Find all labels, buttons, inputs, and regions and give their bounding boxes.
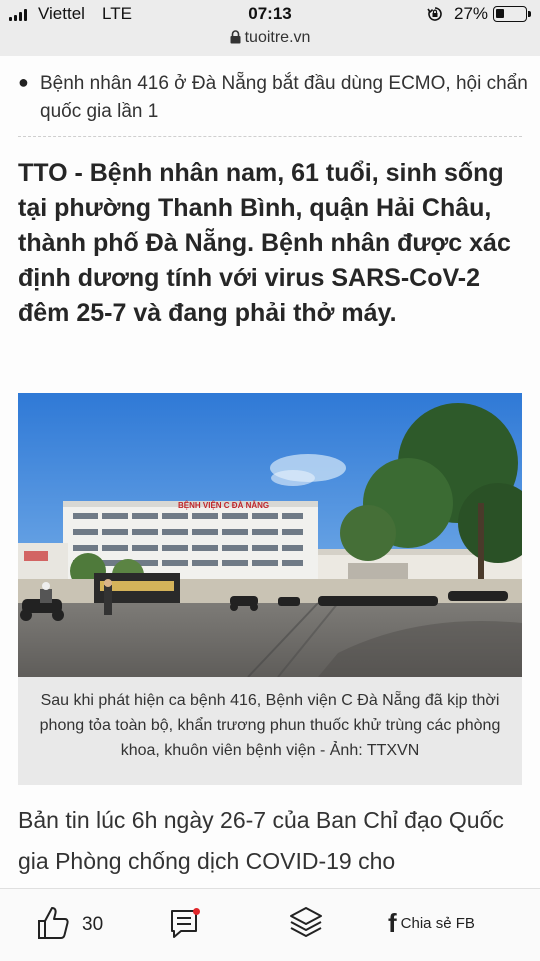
battery-percent: 27% [454, 4, 489, 23]
divider [18, 136, 522, 137]
notification-dot [193, 908, 200, 915]
like-button[interactable]: 30 [36, 903, 103, 943]
thumbs-up-icon [38, 907, 69, 939]
photo-caption: Sau khi phát hiện ca bệnh 416, Bệnh viện… [18, 677, 522, 785]
battery-icon [493, 6, 531, 22]
layers-icon [290, 907, 322, 937]
layers-button[interactable] [288, 905, 324, 939]
building-sign: BỆNH VIỆN C ĐÀ NẴNG [178, 501, 269, 510]
url-text: tuoitre.vn [244, 29, 311, 46]
like-count: 30 [82, 914, 104, 935]
rotation-lock-icon [427, 7, 442, 21]
related-headline[interactable]: Bệnh nhân 416 ở Đà Nẵng bắt đầu dùng ECM… [40, 70, 530, 126]
comment-button[interactable] [168, 905, 204, 941]
facebook-icon: f [388, 908, 397, 938]
hospital-photo-image: BỆNH VIỆN C ĐÀ NẴNG [18, 393, 522, 677]
share-label: Chia sẻ FB [400, 914, 475, 932]
article-lead: TTO - Bệnh nhân nam, 61 tuổi, sinh sống … [18, 159, 511, 327]
bullet-icon: ● [18, 72, 29, 92]
bottom-toolbar: 30 f Chia sẻ FB [0, 888, 540, 961]
article-photo[interactable]: BỆNH VIỆN C ĐÀ NẴNG [18, 393, 522, 677]
share-facebook-button[interactable]: f Chia sẻ FB [388, 908, 475, 938]
article-body: Bản tin lúc 6h ngày 26-7 của Ban Chỉ đạo… [18, 807, 504, 874]
status-bar: Viettel LTE 07:13 27% tuoitre.vn [0, 0, 540, 56]
lock-icon [230, 30, 241, 44]
address-bar[interactable]: tuoitre.vn [0, 29, 540, 47]
